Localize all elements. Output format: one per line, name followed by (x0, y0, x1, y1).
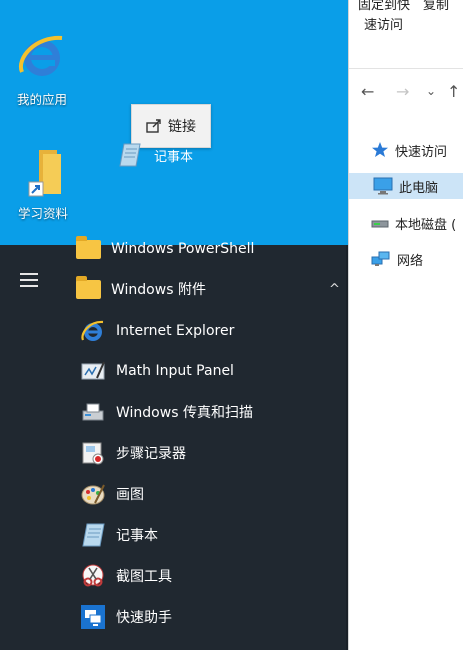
snipping-tool-icon (80, 563, 106, 589)
menu-item-internet-explorer[interactable]: Internet Explorer (80, 313, 234, 349)
folder-icon (75, 235, 101, 262)
desktop-icon-my-apps[interactable]: 我的应用 (0, 28, 87, 108)
tree-item-label: 本地磁盘 ( (395, 217, 457, 233)
drive-icon (371, 220, 389, 228)
tree-item-this-pc[interactable]: 此电脑 (349, 173, 463, 199)
tree-item-label: 此电脑 (399, 180, 439, 196)
menu-item-label: 步骤记录器 (116, 446, 186, 462)
menu-item-label: 记事本 (116, 528, 158, 544)
menu-item-label: 画图 (116, 487, 144, 503)
menu-item-steps-recorder[interactable]: 步骤记录器 (80, 435, 186, 471)
dragged-notepad-item: 记事本 (118, 142, 193, 168)
menu-item-label: Windows 附件 (111, 282, 206, 298)
pin-quick-access-label[interactable]: 固定到快 (358, 0, 410, 13)
menu-item-math-input-panel[interactable]: Math Input Panel (80, 353, 234, 389)
notepad-icon (80, 522, 106, 548)
up-button[interactable]: ↑ (447, 82, 460, 101)
copy-button[interactable]: 复制 (423, 0, 449, 13)
recent-locations-dropdown[interactable]: ⌄ (426, 84, 436, 98)
menu-item-label: Math Input Panel (116, 363, 234, 379)
tooltip-label: 链接 (168, 119, 196, 135)
desktop-icon-label: 学习资料 (17, 206, 68, 221)
dragged-item-label: 记事本 (154, 149, 194, 165)
menu-item-label: Internet Explorer (116, 323, 235, 339)
quick-assist-icon (80, 604, 106, 630)
explorer-nav-bar: ← → ⌄ ↑ (349, 80, 463, 108)
menu-folder-windows-accessories[interactable]: Windows 附件 (75, 271, 206, 307)
tree-item-label: 网络 (397, 253, 424, 269)
collapse-chevron-icon[interactable]: ^ (329, 282, 340, 297)
desktop-icon-study-materials[interactable]: 学习资料 (0, 146, 88, 222)
computer-icon (373, 177, 393, 195)
folder-icon (75, 275, 101, 302)
menu-item-windows-fax-scan[interactable]: Windows 传真和扫描 (80, 394, 253, 430)
menu-item-snipping-tool[interactable]: 截图工具 (80, 558, 172, 594)
internet-explorer-icon (80, 318, 106, 344)
shortcut-arrow-icon (146, 119, 161, 133)
internet-explorer-icon (18, 35, 63, 76)
steps-recorder-icon (80, 440, 106, 466)
notepad-icon (119, 143, 141, 167)
menu-item-label: Windows PowerShell (111, 241, 255, 257)
menu-item-label: Windows 传真和扫描 (116, 405, 253, 421)
start-menu-edge (346, 245, 348, 650)
back-button[interactable]: ← (361, 82, 374, 101)
file-explorer-window: 固定到快 复制 速访问 ← → ⌄ ↑ 快速访问 此电脑 本地磁盘 (网络 (348, 0, 463, 650)
network-icon (371, 251, 390, 266)
tree-item-network[interactable]: 网络 (371, 246, 423, 272)
menu-item-paint[interactable]: 画图 (80, 476, 144, 512)
explorer-ribbon: 固定到快 复制 速访问 (349, 0, 463, 69)
menu-item-quick-assist[interactable]: 快速助手 (80, 599, 172, 635)
menu-folder-windows-powershell[interactable]: Windows PowerShell (75, 231, 254, 267)
desktop: 我的应用 学习资料 链接 记事本 (0, 0, 348, 245)
menu-item-label: 截图工具 (116, 569, 172, 585)
menu-item-label: 快速助手 (116, 610, 172, 626)
paint-palette-icon (80, 481, 106, 507)
tree-item-local-disk[interactable]: 本地磁盘 ( (371, 210, 456, 236)
hamburger-menu-icon[interactable] (20, 273, 38, 287)
menu-item-notepad[interactable]: 记事本 (80, 517, 158, 553)
tree-item-label: 快速访问 (395, 144, 448, 160)
tree-item-quick-access[interactable]: 快速访问 (371, 137, 447, 163)
forward-button[interactable]: → (396, 82, 409, 101)
desktop-icon-label: 我的应用 (16, 92, 67, 107)
pin-quick-access-label-2[interactable]: 速访问 (364, 14, 403, 33)
fax-scan-icon (80, 399, 106, 425)
start-menu: Windows PowerShell Windows 附件 ^ Internet… (0, 235, 348, 650)
folder-shortcut-icon (28, 150, 61, 197)
math-input-panel-icon (80, 358, 106, 384)
star-icon (372, 142, 388, 157)
